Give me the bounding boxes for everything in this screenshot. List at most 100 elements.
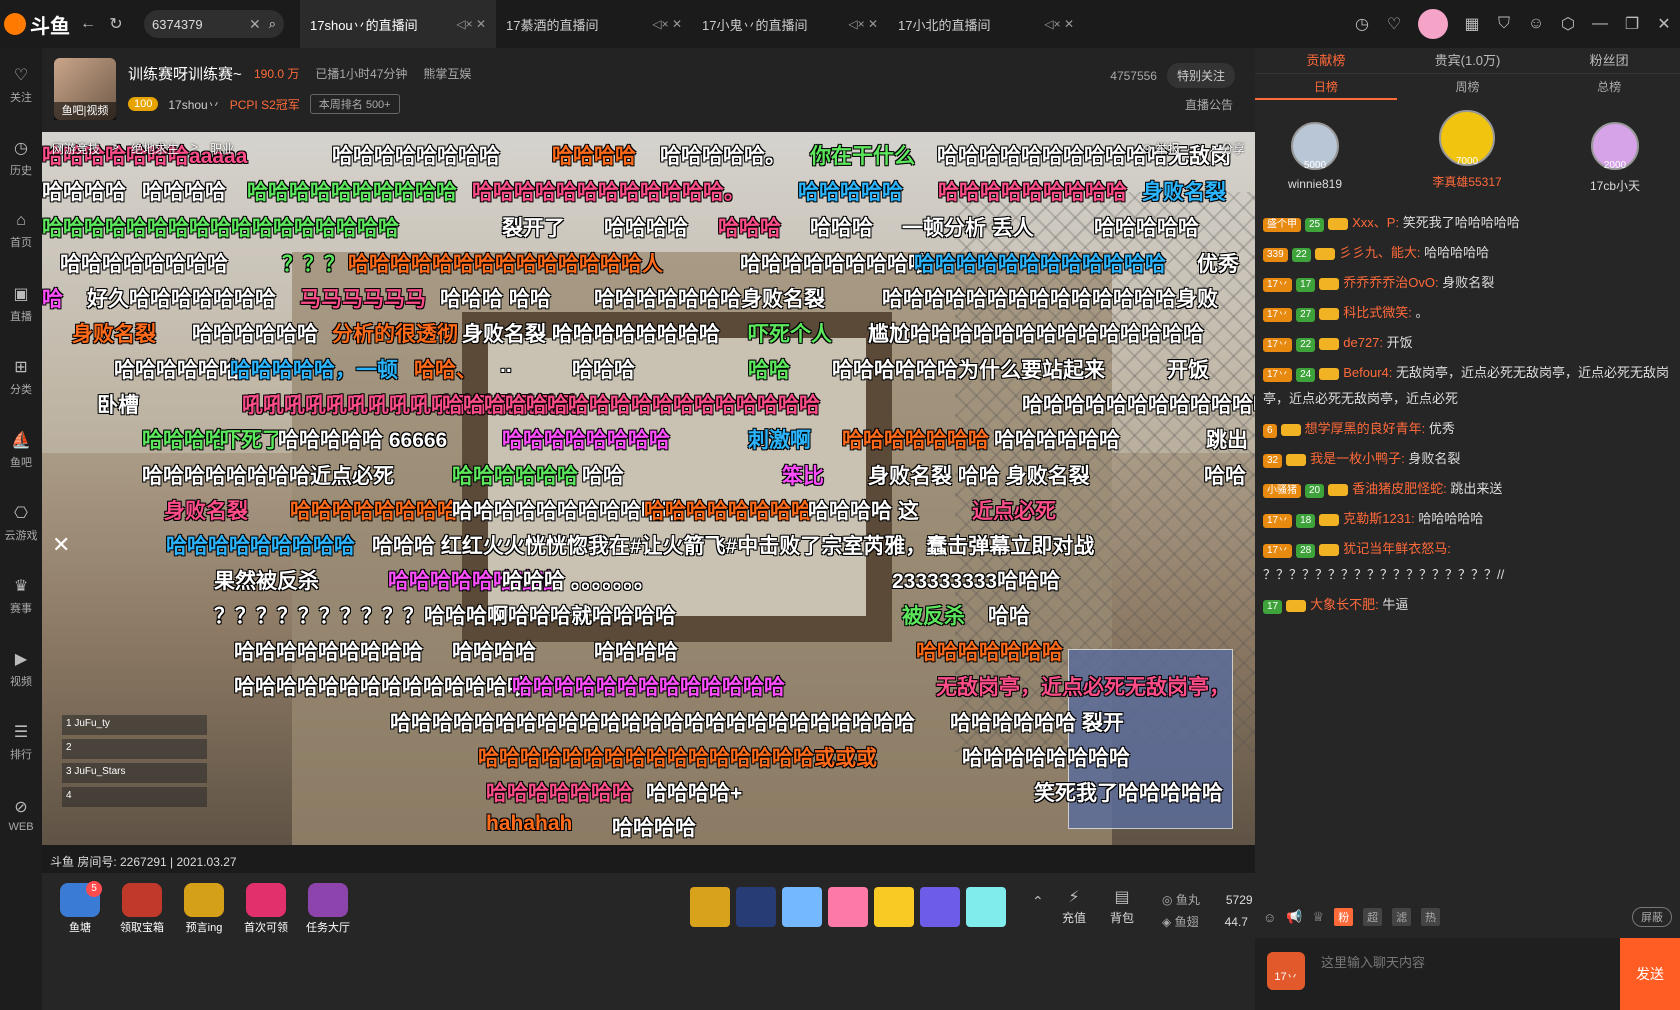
clear-icon[interactable]: ✕ bbox=[249, 16, 261, 33]
chat-username[interactable]: de727: bbox=[1343, 335, 1383, 350]
tab-vip[interactable]: 贵宾(1.0万) bbox=[1397, 48, 1539, 73]
breadcrumb-item[interactable]: 职业 bbox=[210, 140, 234, 157]
mute-close-icon[interactable]: ◁× ✕ bbox=[1044, 17, 1074, 31]
nav-fishbar[interactable]: ⛵ 鱼吧 bbox=[0, 413, 42, 486]
chat-username[interactable]: 我是一枚小鸭子: bbox=[1310, 451, 1405, 466]
subtab-weekly[interactable]: 周榜 bbox=[1397, 74, 1539, 100]
chat-username[interactable]: 想学厚黑的良好青年: bbox=[1305, 421, 1426, 436]
room-tab[interactable]: 17綦酒的直播间 ◁× ✕ bbox=[496, 0, 692, 48]
first-claim-button[interactable]: 首次可领 bbox=[238, 883, 294, 935]
room-tab[interactable]: 17小鬼丷的直播间 ◁× ✕ bbox=[692, 0, 888, 48]
close-window-icon[interactable]: ✕ bbox=[1648, 8, 1680, 40]
room-tab[interactable]: 17小北的直播间 ◁× ✕ bbox=[888, 0, 1084, 48]
task-hall-button[interactable]: 任务大厅 bbox=[300, 883, 356, 935]
gift-item[interactable] bbox=[828, 887, 868, 927]
horn-icon[interactable]: 📢 bbox=[1286, 909, 1302, 925]
tab-fans[interactable]: 粉丝团 bbox=[1538, 48, 1680, 73]
room-tab[interactable]: 17shou丷的直播间 ◁× ✕ bbox=[300, 0, 496, 48]
weekly-rank[interactable]: 本周排名 500+ bbox=[309, 94, 400, 114]
fishpond-button[interactable]: 5 鱼塘 bbox=[52, 881, 108, 935]
nav-follow[interactable]: ♡ 关注 bbox=[0, 48, 42, 121]
nav-cloudgame[interactable]: ⎔ 云游戏 bbox=[0, 486, 42, 559]
chat-username[interactable]: Xxx、P: bbox=[1352, 215, 1399, 230]
nav-rank[interactable]: ☰ 排行 bbox=[0, 705, 42, 778]
report-button[interactable]: ⊙ 举报 bbox=[1142, 140, 1179, 157]
prophecy-button[interactable]: 预言ing bbox=[176, 883, 232, 935]
shield-toggle[interactable]: 屏蔽 bbox=[1632, 907, 1672, 927]
chat-username[interactable]: Befour4: bbox=[1343, 365, 1392, 380]
emoji-icon[interactable]: ☺ bbox=[1263, 910, 1276, 925]
chat-username[interactable]: 彡彡九、能大: bbox=[1339, 245, 1421, 260]
crown-icon[interactable]: ♕ bbox=[1312, 909, 1324, 925]
treasure-button[interactable]: 领取宝箱 bbox=[114, 883, 170, 935]
calendar-icon[interactable]: ▦ bbox=[1456, 8, 1488, 40]
favorite-icon[interactable]: ♡ bbox=[1378, 8, 1410, 40]
super-filter[interactable]: 超 bbox=[1363, 908, 1383, 926]
history-icon[interactable]: ◷ bbox=[1346, 8, 1378, 40]
search-icon[interactable]: ⌕ bbox=[269, 16, 276, 32]
mute-close-icon[interactable]: ◁× ✕ bbox=[456, 17, 486, 31]
settings-icon[interactable]: ⬡ bbox=[1552, 8, 1584, 40]
rank-third[interactable]: 2000 17cb小天 bbox=[1555, 122, 1675, 194]
gift-scroll-icon[interactable]: ⌃ bbox=[1032, 893, 1048, 927]
backpack-button[interactable]: ▤ 背包 bbox=[1110, 887, 1134, 926]
minimize-icon[interactable]: — bbox=[1584, 8, 1616, 40]
nav-video[interactable]: ▶ 视频 bbox=[0, 632, 42, 705]
fan-filter[interactable]: 粉 bbox=[1334, 908, 1354, 926]
pcpi-badge[interactable]: PCPI S2冠军 bbox=[230, 96, 300, 113]
team-name: JuFu_ty bbox=[74, 718, 110, 729]
chat-username[interactable]: 香油猪皮肥怪蛇: bbox=[1352, 481, 1447, 496]
gift-item[interactable] bbox=[966, 887, 1006, 927]
nav-events[interactable]: ♛ 赛事 bbox=[0, 559, 42, 632]
danmaku-comment: 哈哈哈哈 bbox=[594, 641, 678, 664]
chat-list[interactable]: 盛个甲 25 Xxx、P: 笑死我了哈哈哈哈哈 339 22 彡彡九、能大: 哈哈哈哈哈 1… bbox=[1255, 210, 1680, 900]
mute-close-icon[interactable]: ◁× ✕ bbox=[848, 17, 878, 31]
tab-contribution[interactable]: 贡献榜 bbox=[1255, 48, 1397, 73]
chat-username[interactable]: 犹记当年鲜衣怒马: bbox=[1343, 541, 1451, 556]
user-avatar[interactable] bbox=[1418, 9, 1448, 39]
chat-username[interactable]: 乔乔乔乔治OvO: bbox=[1343, 275, 1438, 290]
chat-input[interactable]: 这里输入聊天内容 bbox=[1321, 952, 1425, 971]
nav-live[interactable]: ▣ 直播 bbox=[0, 267, 42, 340]
bottom-toolbar: 5 鱼塘 领取宝箱 预言ing 首次可领 任务大厅 ⌃ ⚡ 充值 ▤ 背包 ◎ 鱼丸 5… bbox=[42, 873, 1255, 945]
gift-item[interactable] bbox=[874, 887, 914, 927]
breadcrumb-item[interactable]: 网游竞技 bbox=[52, 140, 100, 157]
follow-button[interactable]: 特别关注 bbox=[1166, 63, 1235, 88]
notice-link[interactable]: 直播公告 bbox=[1185, 96, 1233, 113]
gift-item[interactable] bbox=[782, 887, 822, 927]
search-input[interactable]: 6374379 bbox=[152, 17, 249, 32]
search-box[interactable]: 6374379 ✕ ⌕ bbox=[144, 10, 284, 38]
message-icon[interactable]: ☺ bbox=[1520, 8, 1552, 40]
breadcrumb-item[interactable]: 绝地求生 bbox=[131, 140, 179, 157]
subtab-daily[interactable]: 日榜 bbox=[1255, 74, 1397, 100]
hot-button[interactable]: 热 bbox=[1421, 908, 1441, 926]
streamer-name[interactable]: 17shou丷 bbox=[168, 96, 219, 113]
chat-username[interactable]: 大象长不肥: bbox=[1310, 597, 1379, 612]
rank-first[interactable]: 7000 李真雄55317 bbox=[1407, 110, 1527, 190]
share-button[interactable]: ↗ 分享 bbox=[1208, 140, 1245, 157]
gift-item[interactable] bbox=[920, 887, 960, 927]
gift-item[interactable] bbox=[736, 887, 776, 927]
restore-icon[interactable]: ❐ bbox=[1616, 8, 1648, 40]
back-arrow-icon[interactable]: ← bbox=[74, 10, 102, 38]
nav-category[interactable]: ⊞ 分类 bbox=[0, 340, 42, 413]
filter-button[interactable]: 滤 bbox=[1392, 908, 1412, 926]
video-player[interactable]: 1 JuFu_ty 2 3 JuFu_Stars 4 哈哈哈哈哈哈哈aaaaa 哈… bbox=[42, 132, 1255, 845]
gift-item[interactable] bbox=[690, 887, 730, 927]
shirt-icon[interactable]: ⛉ bbox=[1488, 8, 1520, 40]
rank-second[interactable]: 5000 winnie819 bbox=[1255, 122, 1375, 191]
close-danmaku-icon[interactable]: ✕ bbox=[52, 532, 70, 558]
nav-history[interactable]: ◷ 历史 bbox=[0, 121, 42, 194]
subtab-total[interactable]: 总榜 bbox=[1538, 74, 1680, 100]
nav-home[interactable]: ⌂ 首页 bbox=[0, 194, 42, 267]
chat-username[interactable]: 克勒斯1231: bbox=[1343, 511, 1415, 526]
mute-close-icon[interactable]: ◁× ✕ bbox=[652, 17, 682, 31]
chat-username[interactable]: 科比式微笑: bbox=[1343, 305, 1412, 320]
send-button[interactable]: 发送 bbox=[1620, 938, 1680, 1010]
fan-badge[interactable]: 17丷 bbox=[1267, 952, 1305, 990]
nav-web[interactable]: ⊘ WEB bbox=[0, 778, 42, 851]
douyu-logo[interactable]: 斗鱼 bbox=[0, 0, 74, 48]
refresh-icon[interactable]: ↻ bbox=[102, 10, 130, 38]
streamer-avatar[interactable]: 鱼吧|视频 bbox=[54, 58, 116, 120]
recharge-button[interactable]: ⚡ 充值 bbox=[1062, 887, 1086, 926]
